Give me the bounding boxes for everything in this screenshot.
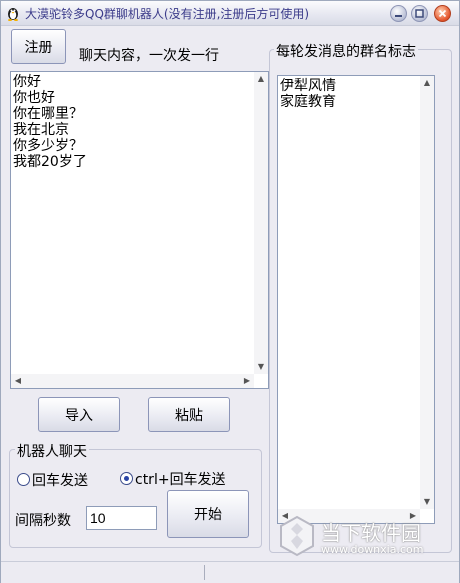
message-line: 我在北京	[13, 122, 69, 138]
radio-ctrl-enter-send[interactable]	[120, 472, 133, 485]
group-line: 家庭教育	[280, 94, 336, 110]
scroll-up-arrow-icon[interactable]: ▲	[420, 76, 434, 90]
message-vertical-scrollbar[interactable]: ▲ ▼	[254, 72, 268, 374]
interval-label: 间隔秒数	[15, 513, 71, 529]
scroll-left-arrow-icon[interactable]: ◀	[11, 374, 25, 388]
content-hint-label: 聊天内容，一次发一行	[79, 48, 219, 64]
watermark-text: 当下软件园	[321, 521, 421, 545]
maximize-button[interactable]	[411, 5, 428, 22]
message-line: 你在哪里？	[13, 106, 83, 122]
group-line: 伊犁风情	[280, 78, 336, 94]
close-button[interactable]	[434, 5, 451, 22]
watermark: 当下软件园 www.downxia.com	[273, 513, 443, 561]
message-line: 你好	[13, 74, 41, 90]
minimize-button[interactable]	[390, 5, 407, 22]
scroll-down-arrow-icon[interactable]: ▼	[254, 360, 268, 374]
watermark-url: www.downxia.com	[321, 543, 424, 556]
minimize-icon	[395, 15, 402, 17]
import-button[interactable]: 导入	[38, 397, 120, 432]
paste-button[interactable]: 粘贴	[148, 397, 230, 432]
group-lines: 伊犁风情 家庭教育	[280, 78, 336, 110]
message-line: 你多少岁？	[13, 138, 83, 154]
group-vertical-scrollbar[interactable]: ▲ ▼	[420, 76, 434, 509]
message-horizontal-scrollbar[interactable]: ◀ ▶	[11, 374, 254, 388]
robot-chat-title: 机器人聊天	[15, 441, 89, 461]
start-button[interactable]: 开始	[167, 490, 249, 538]
status-bar-divider	[204, 565, 205, 580]
radio-enter-send-label[interactable]: 回车发送	[32, 470, 88, 490]
radio-ctrl-enter-send-label[interactable]: ctrl+回车发送	[135, 469, 226, 489]
app-window: 大漠驼铃多QQ群聊机器人(没有注册,注册后方可使用) 注册 聊天内容，一次发一行…	[0, 0, 460, 583]
radio-enter-send[interactable]	[17, 473, 30, 486]
group-name-textarea[interactable]: 伊犁风情 家庭教育 ▲ ▼ ◀ ▶	[277, 75, 435, 524]
close-icon	[438, 9, 447, 18]
message-lines: 你好 你也好 你在哪里？ 我在北京 你多少岁？ 我都20岁了	[13, 74, 87, 170]
message-textarea[interactable]: 你好 你也好 你在哪里？ 我在北京 你多少岁？ 我都20岁了 ▲ ▼ ◀ ▶	[10, 71, 269, 389]
message-line: 我都20岁了	[13, 154, 87, 170]
maximize-icon	[415, 9, 424, 18]
scroll-up-arrow-icon[interactable]: ▲	[254, 72, 268, 86]
interval-seconds-input[interactable]	[86, 506, 157, 530]
group-panel-title: 每轮发消息的群名标志	[274, 41, 418, 61]
title-bar[interactable]: 大漠驼铃多QQ群聊机器人(没有注册,注册后方可使用)	[1, 1, 459, 26]
message-line: 你也好	[13, 90, 55, 106]
status-bar	[1, 561, 459, 583]
penguin-icon	[8, 8, 18, 21]
scroll-down-arrow-icon[interactable]: ▼	[420, 495, 434, 509]
register-button[interactable]: 注册	[11, 29, 66, 64]
watermark-logo-icon	[280, 515, 314, 557]
scroll-right-arrow-icon[interactable]: ▶	[240, 374, 254, 388]
window-title: 大漠驼铃多QQ群聊机器人(没有注册,注册后方可使用)	[25, 7, 310, 21]
